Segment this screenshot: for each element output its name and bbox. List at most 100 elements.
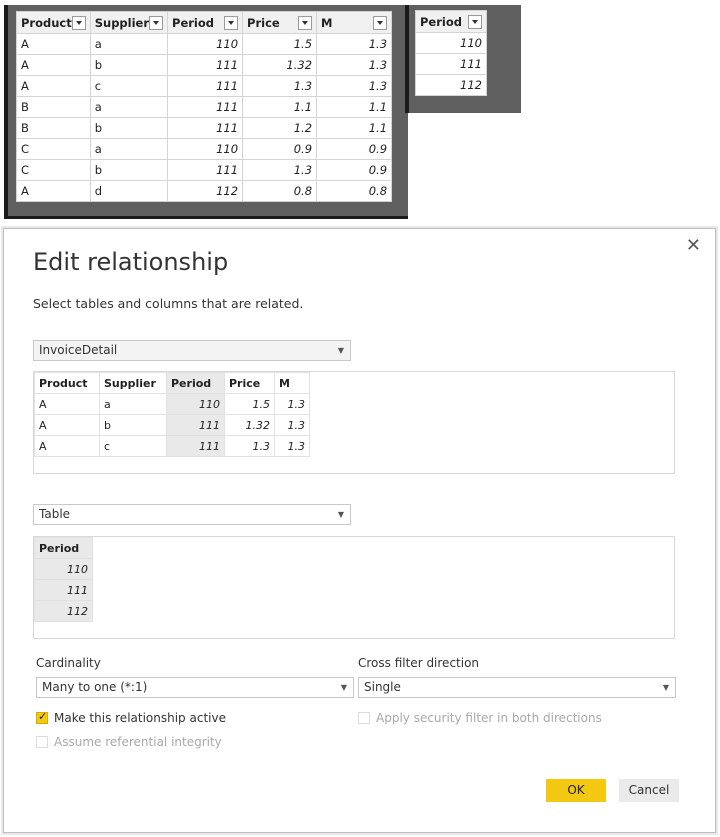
filter-dropdown-icon[interactable] (373, 15, 388, 30)
table2-dropdown[interactable]: Table ▼ (33, 504, 351, 525)
cell: 111 (167, 159, 244, 181)
table-row: 111 (415, 53, 487, 75)
cell: 1.3 (316, 54, 393, 76)
cell: A (34, 393, 100, 415)
invoice-detail-grid: Product Supplier Period Price M Aa 110 1.5… (16, 11, 393, 202)
cell: 1.5 (242, 33, 318, 55)
table-row: Ca 110 0.9 0.9 (16, 138, 393, 160)
cell: 1.2 (242, 117, 318, 139)
cell: 110 (34, 558, 93, 580)
ok-button[interactable]: OK (546, 779, 606, 802)
column-header-period[interactable]: Period (415, 10, 487, 33)
security-filter-checkbox[interactable]: Apply security filter in both directions (358, 711, 602, 725)
cell: 111 (167, 54, 244, 76)
cell: b (99, 414, 167, 436)
checkbox-unchecked-icon (36, 736, 48, 748)
cell: B (16, 96, 91, 118)
chevron-down-icon: ▼ (337, 510, 344, 519)
cell: A (16, 54, 91, 76)
table1-preview: Product Supplier Period Price M Aa 110 1.5… (33, 371, 675, 474)
cell: c (89, 75, 169, 97)
preview-col-period-selected[interactable]: Period (34, 537, 93, 559)
cross-filter-label: Cross filter direction (358, 656, 480, 670)
cell: 111 (166, 435, 225, 457)
filter-dropdown-icon[interactable] (71, 15, 86, 30)
table-row: Bb 111 1.2 1.1 (16, 117, 393, 139)
table-row: Ab 111 1.32 1.3 (34, 414, 310, 436)
cell: 111 (415, 53, 487, 75)
cell: 1.5 (224, 393, 275, 415)
make-active-checkbox[interactable]: Make this relationship active (36, 710, 226, 725)
filter-dropdown-icon[interactable] (468, 14, 482, 29)
cardinality-dropdown[interactable]: Many to one (*:1) ▼ (36, 677, 354, 698)
filter-dropdown-icon[interactable] (224, 15, 239, 30)
cell: 0.9 (316, 138, 393, 160)
cell: 1.3 (316, 33, 393, 55)
cell: 1.3 (316, 75, 393, 97)
cell: 0.9 (316, 159, 393, 181)
cell: A (34, 435, 100, 457)
cell: 1.32 (242, 54, 318, 76)
table1-dropdown[interactable]: InvoiceDetail ▼ (33, 340, 351, 361)
cell: 1.1 (316, 117, 393, 139)
preview-col-price[interactable]: Price (224, 372, 275, 394)
cell: a (89, 33, 169, 55)
cancel-button[interactable]: Cancel (619, 779, 679, 802)
invoice-detail-grid-panel: Product Supplier Period Price M Aa 110 1.5… (4, 5, 408, 219)
cell: C (16, 159, 91, 181)
checkbox-unchecked-icon (358, 712, 370, 724)
column-header-price[interactable]: Price (242, 11, 318, 34)
cell: 0.8 (316, 180, 393, 202)
table-row: 111 (34, 579, 93, 601)
cell: C (16, 138, 91, 160)
preview-col-supplier[interactable]: Supplier (99, 372, 167, 394)
column-header-m[interactable]: M (316, 11, 393, 34)
edit-relationship-dialog: ✕ Edit relationship Select tables and co… (3, 228, 716, 833)
table-row: Ab 111 1.32 1.3 (16, 54, 393, 76)
column-header-product[interactable]: Product (16, 11, 91, 34)
filter-dropdown-icon[interactable] (149, 15, 164, 30)
cell: 111 (167, 75, 244, 97)
cell: a (89, 96, 169, 118)
table-row: 112 (34, 600, 93, 622)
preview-col-m[interactable]: M (274, 372, 310, 394)
table-row: Ad 112 0.8 0.8 (16, 180, 393, 202)
cell: 112 (415, 74, 487, 96)
close-icon[interactable]: ✕ (686, 235, 701, 256)
cell: b (89, 159, 169, 181)
table-row: Cb 111 1.3 0.9 (16, 159, 393, 181)
cell: 110 (415, 32, 487, 54)
cell: a (89, 138, 169, 160)
cell: b (89, 54, 169, 76)
cell: A (16, 75, 91, 97)
table-row: Aa 110 1.5 1.3 (34, 393, 310, 415)
chevron-down-icon: ▼ (340, 683, 347, 692)
table2-preview-grid: Period 110 111 112 (34, 537, 93, 622)
cell: 111 (166, 414, 225, 436)
referential-integrity-checkbox[interactable]: Assume referential integrity (36, 735, 222, 749)
cell: b (89, 117, 169, 139)
cell: a (99, 393, 167, 415)
checkbox-checked-icon (36, 710, 48, 724)
preview-col-product[interactable]: Product (34, 372, 100, 394)
cross-filter-dropdown[interactable]: Single ▼ (358, 677, 676, 698)
cell: 112 (34, 600, 93, 622)
cell: 1.3 (274, 393, 310, 415)
cell: A (16, 33, 91, 55)
cell: 1.3 (242, 159, 318, 181)
column-header-supplier[interactable]: Supplier (89, 11, 169, 34)
cell: 110 (167, 138, 244, 160)
cell: A (34, 414, 100, 436)
period-table-grid: Period 110 111 112 (415, 10, 487, 96)
table1-preview-grid: Product Supplier Period Price M Aa 110 1.5… (34, 372, 310, 457)
cell: 1.3 (274, 435, 310, 457)
column-header-period[interactable]: Period (167, 11, 244, 34)
filter-dropdown-icon[interactable] (298, 15, 313, 30)
table-row: 112 (415, 74, 487, 96)
table-row: Aa 110 1.5 1.3 (16, 33, 393, 55)
chevron-down-icon: ▼ (662, 683, 669, 692)
preview-col-period-selected[interactable]: Period (166, 372, 225, 394)
dialog-title: Edit relationship (33, 248, 229, 276)
table-row: Ac 111 1.3 1.3 (16, 75, 393, 97)
dialog-subtitle: Select tables and columns that are relat… (33, 296, 304, 311)
